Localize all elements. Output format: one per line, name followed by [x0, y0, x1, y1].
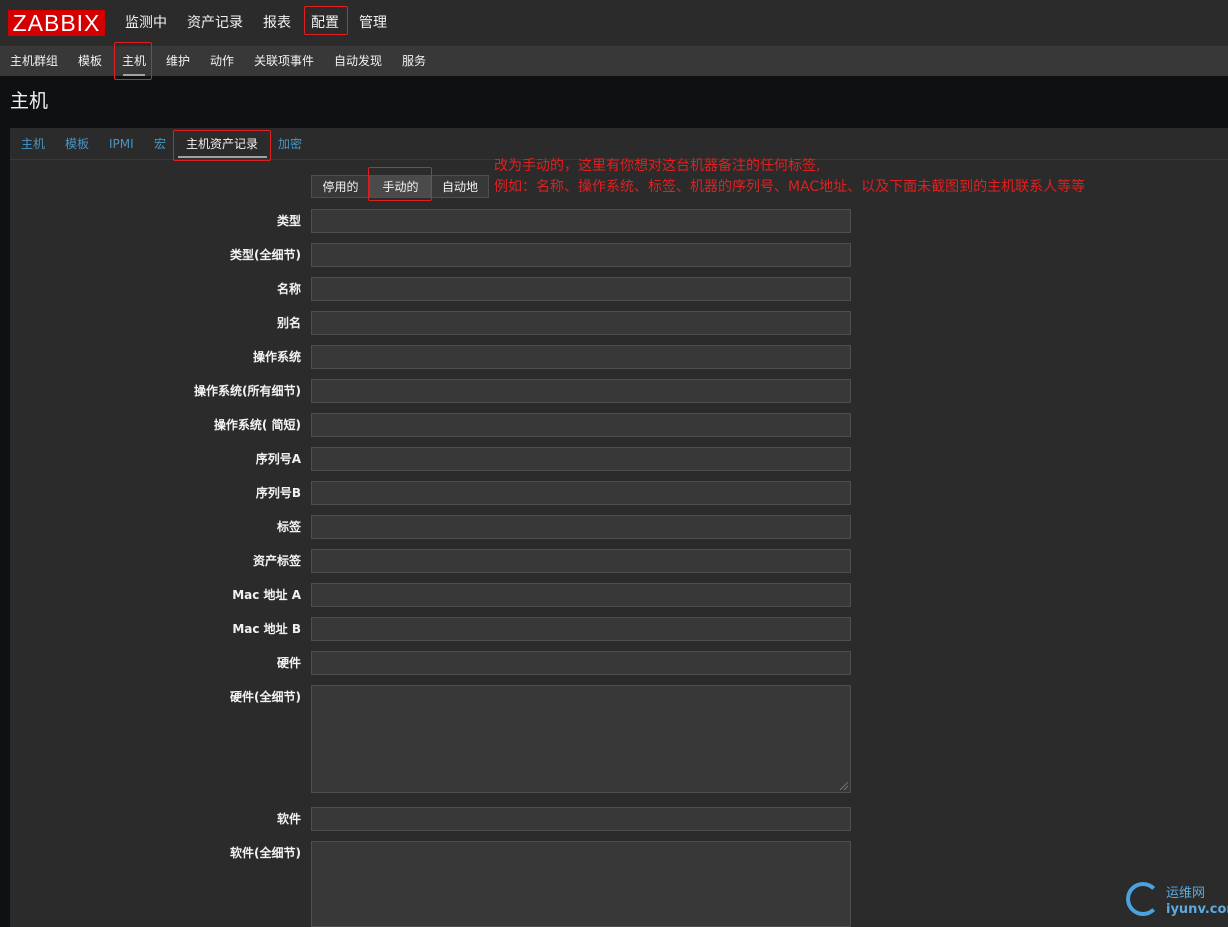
os-input[interactable] — [311, 345, 851, 369]
highlight-hosts-submenu — [114, 42, 152, 80]
serial-b-input[interactable] — [311, 481, 851, 505]
software-input[interactable] — [311, 807, 851, 831]
serial-a-input[interactable] — [311, 447, 851, 471]
os-short-input[interactable] — [311, 413, 851, 437]
highlight-manual-mode — [368, 167, 432, 201]
name-input[interactable] — [311, 277, 851, 301]
annotation-line-1: 改为手动的，这里有你想对这台机器备注的任何标签, — [494, 158, 821, 174]
os-full-input[interactable] — [311, 379, 851, 403]
field-label-mac-b: Mac 地址 B — [232, 622, 301, 636]
hardware-full-textarea[interactable] — [311, 685, 851, 793]
mac-b-input[interactable] — [311, 617, 851, 641]
highlight-configuration-menu — [304, 6, 348, 35]
submenu-services[interactable]: 服务 — [402, 53, 426, 69]
page-title: 主机 — [10, 90, 49, 112]
field-label-os-short: 操作系统( 简短) — [213, 418, 301, 432]
mac-a-input[interactable] — [311, 583, 851, 607]
tab-templates[interactable]: 模板 — [65, 136, 89, 152]
watermark-top-text: 运维网 — [1166, 886, 1206, 901]
inventory-mode-disabled[interactable]: 停用的 — [311, 175, 370, 198]
top-navigation-bar — [0, 0, 1228, 46]
type-input[interactable] — [311, 209, 851, 233]
field-label-hardware: 硬件 — [276, 656, 301, 670]
field-label-tag: 标签 — [276, 520, 301, 534]
tab-macros[interactable]: 宏 — [154, 136, 166, 152]
sub-navigation-bar: 主机群组 模板 主机 维护 动作 关联项事件 自动发现 服务 — [0, 46, 1228, 76]
annotation-line-2: 例如：名称、操作系统、标签、机器的序列号、MAC地址、以及下面未截图到的主机联系… — [494, 179, 1086, 195]
submenu-maintenance[interactable]: 维护 — [166, 53, 190, 69]
field-label-name: 名称 — [276, 282, 301, 296]
field-label-mac-a: Mac 地址 A — [232, 588, 301, 602]
watermark-bottom-text: iyunv.com — [1166, 902, 1228, 917]
resize-grip-icon[interactable] — [840, 782, 848, 790]
field-label-type-full: 类型(全细节) — [230, 248, 301, 262]
menu-administration[interactable]: 管理 — [359, 13, 387, 33]
submenu-actions[interactable]: 动作 — [210, 53, 234, 69]
type-full-input[interactable] — [311, 243, 851, 267]
field-label-software: 软件 — [276, 812, 301, 826]
tab-host[interactable]: 主机 — [21, 136, 45, 152]
field-label-os: 操作系统 — [252, 350, 301, 364]
submenu-templates[interactable]: 模板 — [78, 53, 102, 69]
submenu-host-groups[interactable]: 主机群组 — [10, 53, 58, 69]
site-watermark: 运维网 iyunv.com — [1124, 878, 1228, 924]
watermark-logo-icon — [1126, 882, 1160, 916]
menu-reports[interactable]: 报表 — [263, 13, 291, 33]
tab-encryption[interactable]: 加密 — [278, 136, 302, 152]
submenu-event-correlation[interactable]: 关联项事件 — [254, 53, 314, 69]
field-label-alias: 别名 — [276, 316, 301, 330]
inventory-mode-automatic[interactable]: 自动地 — [431, 175, 489, 198]
field-label-serial-b: 序列号B — [255, 486, 301, 500]
field-label-software-full: 软件(全细节) — [230, 846, 301, 860]
software-full-textarea[interactable] — [311, 841, 851, 927]
tab-ipmi[interactable]: IPMI — [109, 136, 134, 152]
highlight-inventory-tab — [173, 130, 271, 161]
field-label-asset-tag: 资产标签 — [252, 554, 301, 568]
field-label-hardware-full: 硬件(全细节) — [230, 690, 301, 704]
hardware-input[interactable] — [311, 651, 851, 675]
tag-input[interactable] — [311, 515, 851, 539]
submenu-discovery[interactable]: 自动发现 — [334, 53, 382, 69]
field-label-os-full: 操作系统(所有细节) — [194, 384, 301, 398]
menu-inventory[interactable]: 资产记录 — [187, 13, 243, 33]
zabbix-logo[interactable]: ZABBIX — [8, 10, 105, 36]
asset-tag-input[interactable] — [311, 549, 851, 573]
field-label-type: 类型 — [276, 214, 301, 228]
field-label-serial-a: 序列号A — [255, 452, 301, 466]
menu-monitoring[interactable]: 监测中 — [125, 13, 167, 33]
alias-input[interactable] — [311, 311, 851, 335]
